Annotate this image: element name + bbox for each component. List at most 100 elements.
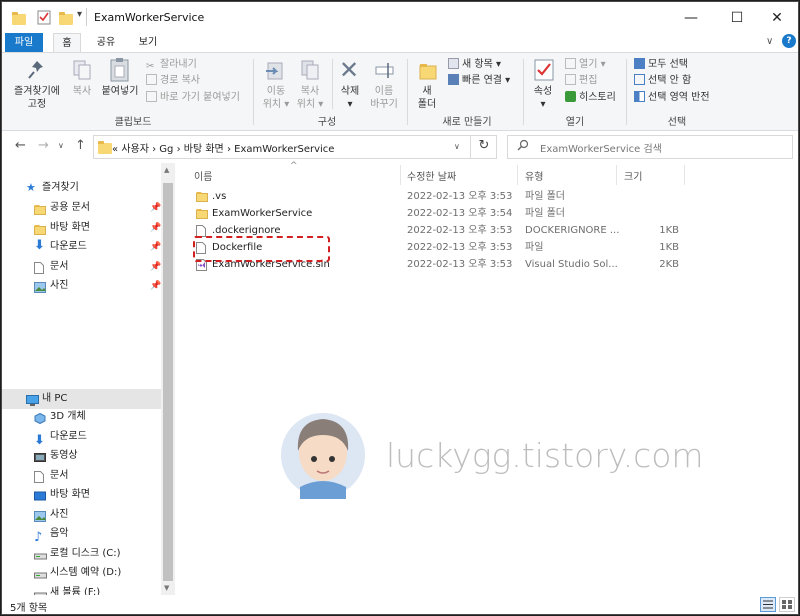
invert-selection-button[interactable]: 선택 영역 반전: [634, 91, 710, 105]
nav-3d-objects[interactable]: 3D 개체: [2, 407, 162, 427]
file-type: DOCKERIGNORE ...: [525, 225, 620, 236]
download-icon: ⬇: [34, 432, 45, 448]
forward-button[interactable]: →: [38, 138, 49, 153]
breadcrumb[interactable]: « 사용자 › Gg › 바탕 화면 › ExamWorkerService: [112, 140, 334, 155]
invert-selection-icon: [634, 91, 645, 102]
history-label: 히스토리: [579, 92, 616, 103]
file-type: 파일 폴더: [525, 191, 565, 202]
breadcrumb-desktop[interactable]: 바탕 화면: [184, 144, 224, 155]
scissors-icon: ✂: [146, 61, 155, 72]
select-all-button[interactable]: 모두 선택: [634, 58, 688, 72]
properties-icon: [533, 58, 555, 85]
invert-selection-label: 선택 영역 반전: [648, 92, 710, 103]
pin-icon: 📌: [150, 222, 162, 233]
path-prefix: «: [112, 144, 119, 155]
column-divider[interactable]: [517, 165, 518, 185]
tab-view[interactable]: 보기: [130, 33, 166, 53]
nav-quick-access[interactable]: ★ 즐겨찾기: [2, 178, 162, 198]
nav-music[interactable]: ♪ 음악: [2, 524, 162, 544]
minimize-button[interactable]: —: [668, 4, 714, 32]
nav-pictures[interactable]: 사진 📌: [2, 276, 162, 296]
paste-button[interactable]: 붙여넣기: [99, 85, 141, 98]
copy-to-button[interactable]: 복사 위치 ▾: [292, 85, 328, 111]
tab-share[interactable]: 공유: [90, 33, 122, 53]
file-date: 2022-02-13 오후 3:53: [407, 242, 513, 253]
recent-locations-button[interactable]: ∨: [58, 141, 64, 150]
details-view-button[interactable]: [760, 597, 776, 612]
new-item-button[interactable]: 새 항목 ▾: [448, 58, 501, 72]
nav-local-disk-c[interactable]: 로컬 디스크 (C:): [2, 544, 162, 564]
nav-downloads[interactable]: ⬇ 다운로드 📌: [2, 237, 162, 257]
column-size[interactable]: 크기: [624, 168, 642, 183]
select-none-button[interactable]: 선택 안 함: [634, 74, 691, 88]
edit-button[interactable]: 편집: [565, 74, 597, 88]
column-date[interactable]: 수정한 날짜: [407, 168, 456, 183]
properties-icon[interactable]: [37, 10, 51, 26]
refresh-button[interactable]: ↻: [470, 135, 497, 159]
back-button[interactable]: ←: [15, 138, 26, 153]
large-icons-view-button[interactable]: [779, 597, 795, 612]
drive-icon: [34, 568, 47, 579]
new-folder-button[interactable]: 새 폴더: [414, 85, 440, 111]
ribbon-separator: [626, 59, 627, 125]
breadcrumb-current[interactable]: ExamWorkerService: [234, 144, 334, 155]
document-icon: [34, 470, 46, 483]
tab-file[interactable]: 파일: [5, 33, 43, 53]
organize-group-label: 구성: [317, 117, 337, 128]
column-divider[interactable]: [616, 165, 617, 185]
quick-access-dropdown-icon[interactable]: ▾: [77, 9, 82, 25]
pin-quick-access-button[interactable]: 즐겨찾기에 고정: [10, 85, 64, 111]
path-dropdown-icon[interactable]: ∨: [454, 142, 460, 151]
move-to-button[interactable]: 이동 위치 ▾: [258, 85, 294, 111]
nav-public-documents[interactable]: 공용 문서 📌: [2, 198, 162, 218]
avatar: [280, 407, 366, 499]
scroll-up-icon[interactable]: ▲: [164, 166, 169, 174]
file-date: 2022-02-13 오후 3:54: [407, 208, 513, 219]
nav-this-pc[interactable]: 내 PC: [2, 389, 162, 409]
delete-button[interactable]: 삭제 ▾: [335, 85, 365, 111]
nav-item-label: 로컬 디스크 (C:): [50, 547, 121, 559]
file-row[interactable]: ExamWorkerService 2022-02-13 오후 3:54 파일 폴더: [176, 205, 776, 222]
breadcrumb-gg[interactable]: Gg: [159, 144, 173, 155]
column-name[interactable]: 이름: [194, 168, 212, 183]
ribbon-separator: [253, 59, 254, 125]
close-button[interactable]: ✕: [754, 4, 798, 32]
history-button[interactable]: 히스토리: [565, 91, 616, 105]
column-divider[interactable]: [400, 165, 401, 185]
easy-access-button[interactable]: 빠른 연결 ▾: [448, 74, 510, 88]
ribbon-separator: [332, 59, 333, 109]
rename-button[interactable]: 이름 바꾸기: [366, 85, 402, 111]
scroll-thumb[interactable]: [163, 183, 173, 581]
paste-shortcut-button[interactable]: 바로 가기 붙여넣기: [146, 91, 240, 105]
help-icon[interactable]: ?: [782, 34, 796, 48]
nav-desktop[interactable]: 바탕 화면 📌: [2, 218, 162, 238]
scroll-down-icon[interactable]: ▼: [164, 584, 169, 592]
up-button[interactable]: ↑: [75, 138, 86, 153]
nav-documents[interactable]: 문서 📌: [2, 257, 162, 277]
nav-pc-downloads[interactable]: ⬇ 다운로드: [2, 427, 162, 447]
cut-button[interactable]: ✂ 잘라내기: [146, 58, 197, 72]
nav-pc-desktop[interactable]: 바탕 화면: [2, 485, 162, 505]
sort-ascending-icon: ^: [290, 161, 298, 171]
nav-pc-documents[interactable]: 문서: [2, 466, 162, 486]
nav-scrollbar[interactable]: ▲ ▼: [161, 163, 175, 595]
tab-home[interactable]: 홈: [53, 33, 81, 53]
new-folder-icon[interactable]: [59, 12, 73, 25]
nav-item-label: 공용 문서: [50, 202, 90, 213]
file-row[interactable]: .vs 2022-02-13 오후 3:53 파일 폴더: [176, 188, 776, 205]
open-icon: [565, 58, 576, 69]
nav-pc-pictures[interactable]: 사진: [2, 505, 162, 525]
copy-button[interactable]: 복사: [68, 85, 96, 98]
nav-system-reserved-d[interactable]: 시스템 예약 (D:): [2, 563, 162, 583]
properties-button[interactable]: 속성 ▾: [528, 85, 558, 111]
nav-videos[interactable]: 동영상: [2, 446, 162, 466]
column-divider[interactable]: [684, 165, 685, 185]
breadcrumb-users[interactable]: 사용자: [121, 144, 149, 155]
copy-path-button[interactable]: 경로 복사: [146, 74, 200, 88]
column-type[interactable]: 유형: [525, 168, 543, 183]
ribbon-collapse-icon[interactable]: ∨: [766, 36, 773, 47]
ribbon-separator: [523, 59, 524, 125]
open-button[interactable]: 열기 ▾: [565, 58, 606, 72]
pictures-icon: [34, 510, 46, 522]
folder-icon: [34, 223, 46, 235]
